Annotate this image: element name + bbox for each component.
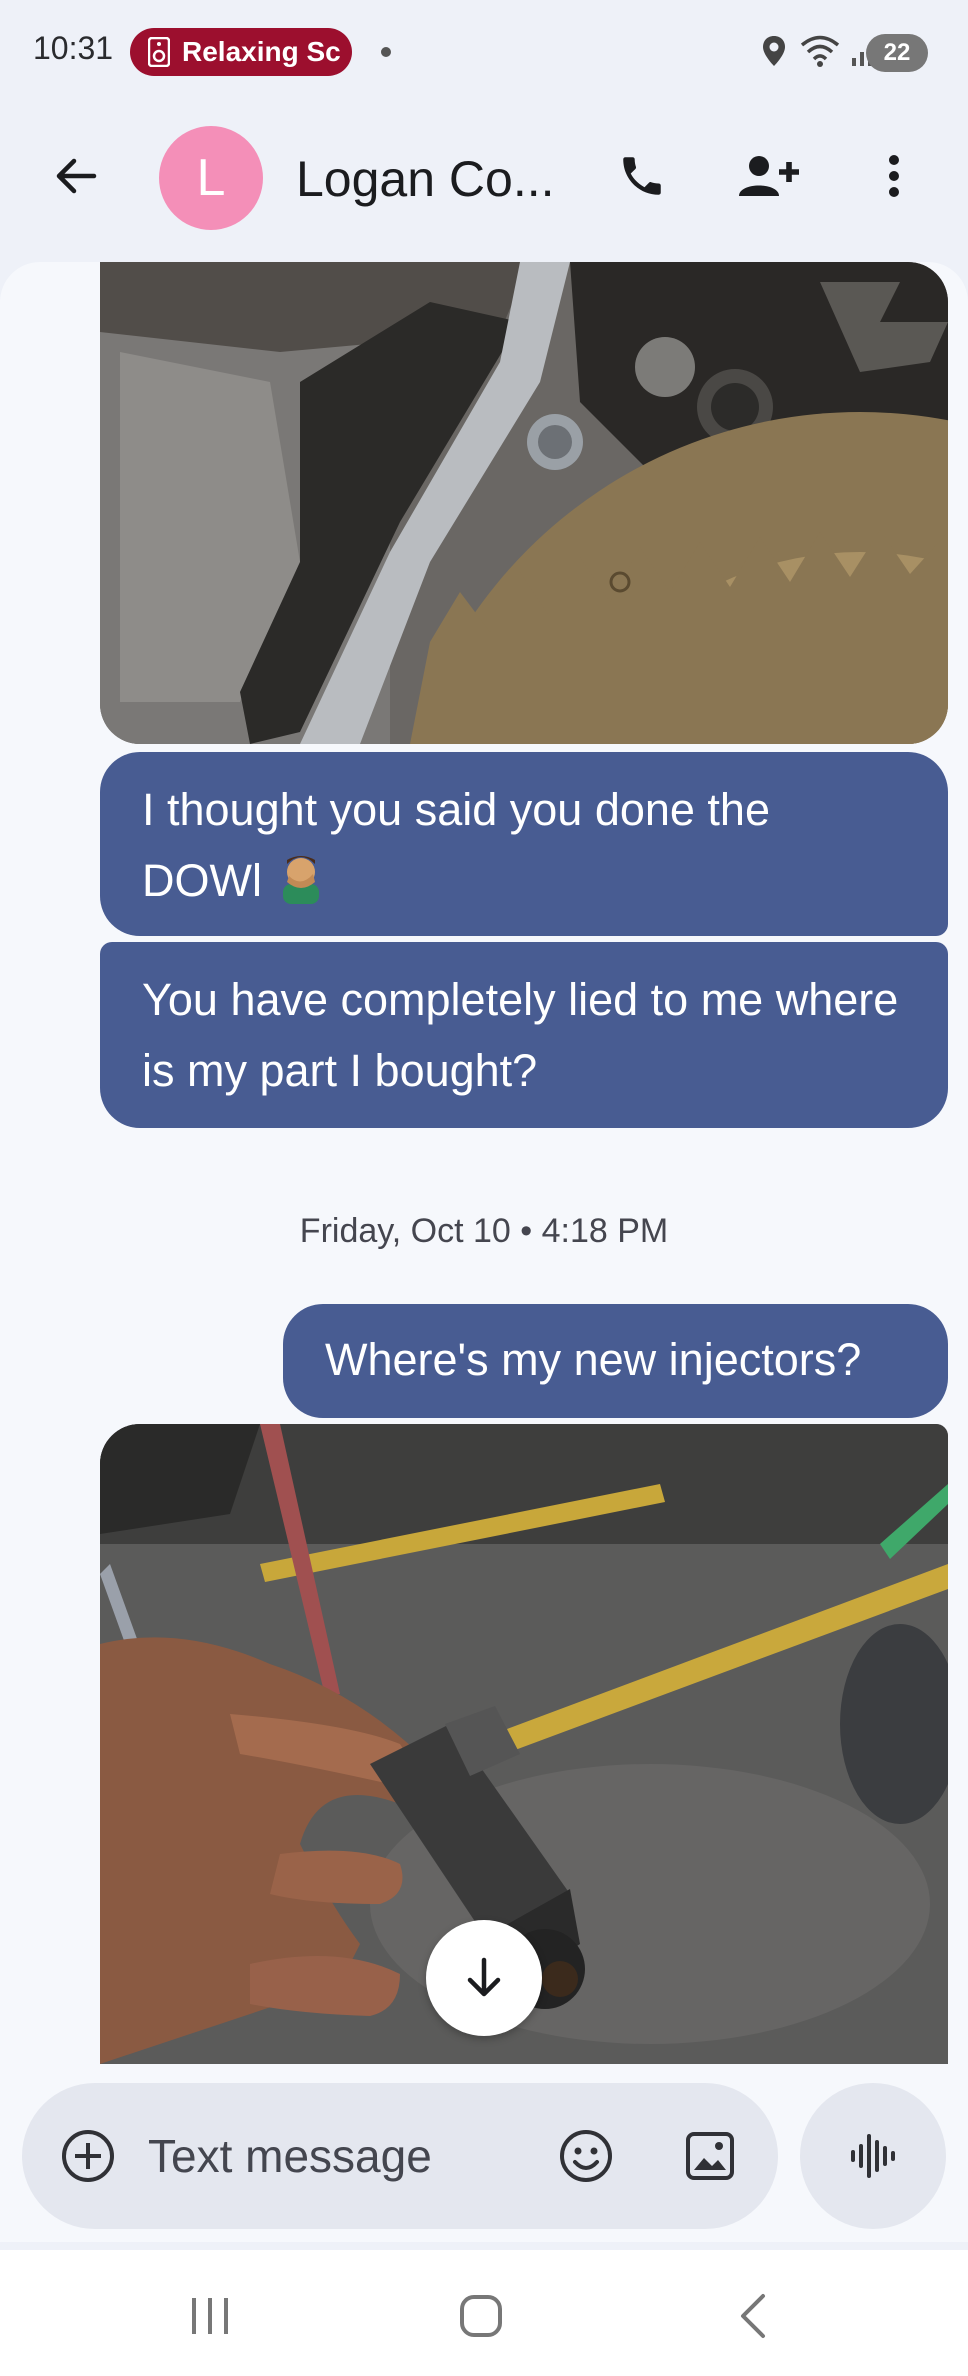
person-add-icon — [739, 156, 799, 196]
home-button[interactable] — [445, 2280, 517, 2352]
call-button[interactable] — [606, 140, 678, 212]
compose-bar: Text message — [22, 2083, 778, 2229]
system-navigation-bar — [0, 2250, 968, 2376]
more-options-button[interactable] — [858, 140, 930, 212]
emoji-button[interactable] — [550, 2120, 622, 2192]
speaker-icon — [148, 37, 170, 67]
location-icon — [763, 36, 785, 66]
status-time: 10:31 — [33, 30, 114, 66]
gallery-button[interactable] — [674, 2120, 746, 2192]
notification-dot — [381, 47, 391, 57]
home-icon — [460, 2295, 502, 2337]
add-circle-icon — [62, 2130, 114, 2182]
scroll-to-bottom-button[interactable] — [426, 1920, 542, 2036]
conversation-header: L Logan Co... — [0, 104, 968, 254]
waveform-icon — [851, 2134, 895, 2178]
image-icon — [686, 2132, 734, 2180]
media-playing-chip[interactable]: Relaxing Sc — [130, 28, 352, 76]
media-title: Relaxing Sc — [182, 36, 341, 67]
message-text: Where's my new injectors? — [325, 1334, 862, 1385]
message-bubble-outgoing[interactable]: Where's my new injectors? — [283, 1304, 948, 1418]
status-bar: 10:31 Relaxing Sc 22 — [0, 0, 968, 104]
wifi-icon — [800, 35, 840, 67]
message-text: You have completely lied to me where is … — [142, 974, 899, 1096]
engine-gear-photo — [100, 262, 948, 744]
status-icons: 22 — [738, 30, 968, 74]
back-nav-button[interactable] — [716, 2280, 788, 2352]
recents-icon — [192, 2298, 228, 2334]
date-separator: Friday, Oct 10 • 4:18 PM — [299, 1212, 669, 1250]
more-vert-icon — [889, 155, 899, 197]
emoji-icon — [560, 2130, 612, 2182]
arrow-back-icon — [56, 158, 97, 194]
message-bubble-outgoing[interactable]: I thought you said you done the DOWl — [100, 752, 948, 936]
add-contact-button[interactable] — [732, 140, 804, 212]
chevron-left-icon — [741, 2294, 765, 2338]
facepalm-emoji-icon — [282, 856, 319, 904]
message-text: I thought you said you done the DOWl — [142, 784, 770, 906]
message-image-engine-gear[interactable] — [100, 262, 948, 744]
back-button[interactable] — [40, 140, 112, 212]
message-input[interactable]: Text message — [148, 2129, 432, 2183]
contact-name[interactable]: Logan Co... — [296, 150, 555, 208]
battery-indicator: 22 — [866, 34, 928, 72]
contact-avatar[interactable]: L — [159, 126, 263, 230]
message-bubble-outgoing[interactable]: You have completely lied to me where is … — [100, 942, 948, 1128]
phone-icon — [623, 157, 661, 195]
add-attachment-button[interactable] — [52, 2120, 124, 2192]
recent-apps-button[interactable] — [174, 2280, 246, 2352]
voice-message-button[interactable] — [800, 2083, 946, 2229]
arrow-down-icon — [467, 1957, 501, 1997]
